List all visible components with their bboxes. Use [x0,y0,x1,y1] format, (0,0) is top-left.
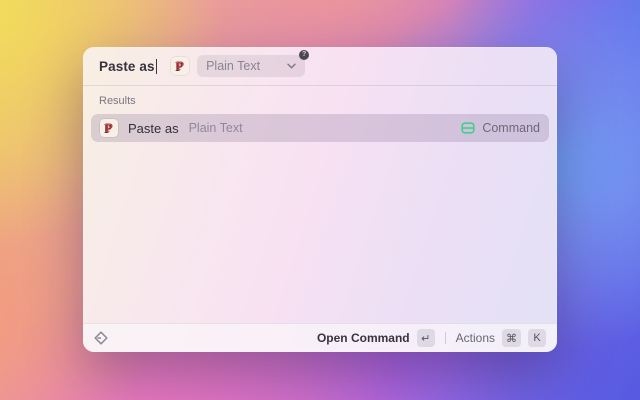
results-section-label: Results [99,95,136,107]
result-subtitle: Plain Text [188,121,243,135]
result-accessory: Command [461,121,540,135]
paste-as-app-icon: P [100,119,118,137]
raycast-window: Paste as P Plain Text ? Results P Paste … [83,47,557,352]
k-key: K [528,329,546,347]
result-type-label: Command [482,121,540,135]
paste-as-app-icon: P [171,57,190,75]
return-key: ↵ [416,329,435,347]
command-type-icon [461,121,475,135]
search-input[interactable]: Paste as [99,59,155,74]
command-key: ⌘ [502,329,521,347]
search-bar: Paste as P Plain Text ? [83,47,557,85]
argument-dropdown-value: Plain Text [206,59,261,73]
text-caret [155,58,158,74]
footer-separator [444,332,446,344]
desktop-background: { "window": { "search": { "query": "Past… [0,0,640,400]
empty-results-area [83,142,557,323]
info-badge: ? [299,50,310,60]
search-divider [83,85,557,86]
open-command-button[interactable]: Open Command [317,331,410,345]
actions-button[interactable]: Actions [456,331,495,345]
result-row-paste-as[interactable]: P Paste as Plain Text Command [91,114,549,142]
raycast-logo-icon [94,331,108,345]
result-title: Paste as [128,120,179,136]
argument-dropdown[interactable]: Plain Text ? [197,50,310,77]
chevron-down-icon [287,63,296,69]
footer-bar: Open Command ↵ Actions ⌘ K [83,323,557,352]
